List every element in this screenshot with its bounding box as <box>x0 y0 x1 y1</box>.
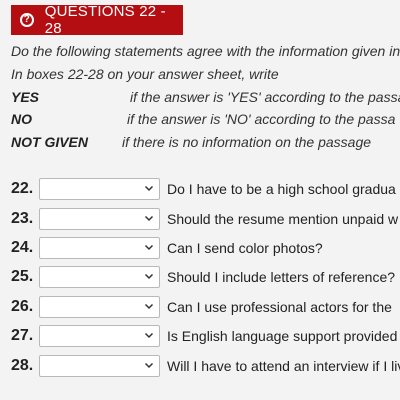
question-circle-icon: ? <box>20 13 34 27</box>
instruction-line-1: Do the following statements agree with t… <box>11 43 400 59</box>
answer-select-25[interactable] <box>39 266 160 288</box>
question-row-23: 23. Should the resume mention unpaid w <box>11 208 398 230</box>
chevron-down-icon <box>144 185 154 192</box>
legend-desc-not-given: if there is no information on the passag… <box>122 134 372 150</box>
answer-select-22[interactable] <box>39 178 160 200</box>
question-row-27: 27. Is English language support provided <box>11 325 397 347</box>
question-text: Should I include letters of reference? <box>167 269 396 285</box>
answer-select-26[interactable] <box>39 296 160 318</box>
question-row-25: 25. Should I include letters of referenc… <box>11 266 395 288</box>
question-number: 22. <box>11 180 34 197</box>
answer-select-27[interactable] <box>39 325 160 347</box>
question-number: 23. <box>11 210 34 227</box>
question-text: Will I have to attend an interview if I … <box>167 358 400 374</box>
instruction-line-2: In boxes 22-28 on your answer sheet, wri… <box>11 66 279 82</box>
chevron-down-icon <box>144 215 154 222</box>
question-text: Should the resume mention unpaid w <box>167 211 399 227</box>
questions-header: ? QUESTIONS 22 - 28 <box>11 3 183 37</box>
chevron-down-icon <box>144 303 154 310</box>
question-row-24: 24. Can I send color photos? <box>11 237 323 259</box>
question-number: 25. <box>11 268 34 285</box>
answer-select-23[interactable] <box>39 208 160 230</box>
question-row-22: 22. Do I have to be a high school gradua <box>11 178 396 200</box>
legend-key-no: NO <box>11 111 32 127</box>
chevron-down-icon <box>144 332 154 339</box>
chevron-down-icon <box>144 244 154 251</box>
question-text: Can I use professional actors for the <box>167 299 392 315</box>
answer-select-28[interactable] <box>39 355 160 377</box>
answer-select-24[interactable] <box>39 237 160 259</box>
question-text: Can I send color photos? <box>167 240 323 256</box>
question-row-26: 26. Can I use professional actors for th… <box>11 296 392 318</box>
legend-key-not-given: NOT GIVEN <box>11 134 89 150</box>
legend-desc-no: if the answer is 'NO' according to the p… <box>127 111 396 127</box>
page: ? QUESTIONS 22 - 28 Do the following sta… <box>0 0 400 400</box>
chevron-down-icon <box>144 273 154 280</box>
question-number: 26. <box>11 298 34 315</box>
chevron-down-icon <box>144 362 154 369</box>
legend-desc-yes: if the answer is 'YES' according to the … <box>130 89 400 105</box>
question-number: 24. <box>11 239 34 256</box>
legend-key-yes: YES <box>11 89 40 105</box>
question-number: 27. <box>11 327 34 344</box>
question-row-28: 28. Will I have to attend an interview i… <box>11 355 400 377</box>
question-number: 28. <box>11 357 34 374</box>
question-text: Is English language support provided <box>167 328 398 344</box>
questions-title: QUESTIONS 22 - 28 <box>44 3 166 37</box>
question-text: Do I have to be a high school gradua <box>167 181 396 197</box>
